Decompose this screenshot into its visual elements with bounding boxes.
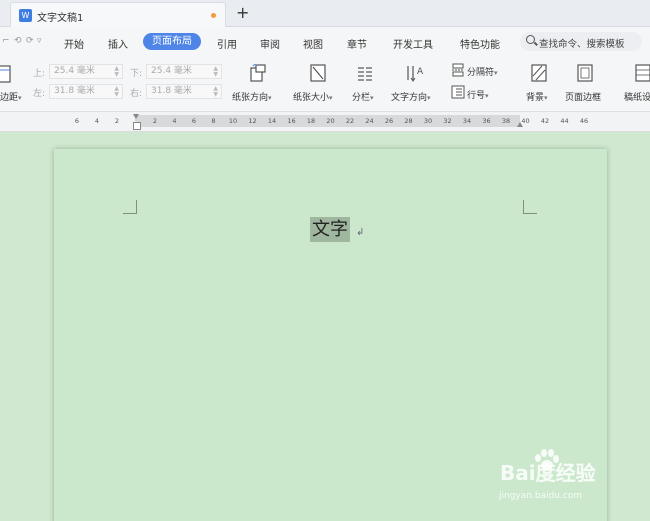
search-placeholder: 查找命令、搜索模板 xyxy=(539,39,625,50)
left-margin-spinner-icon[interactable]: ▲ ▼ xyxy=(114,86,119,98)
ruler-tick: 12 xyxy=(248,117,257,125)
menu-insert[interactable]: 插入 xyxy=(108,36,128,51)
menu-page-layout[interactable]: 页面布局 xyxy=(143,33,201,50)
ruler-tick: 38 xyxy=(501,117,511,125)
menu-special-features[interactable]: 特色功能 xyxy=(460,36,500,51)
ruler-tick: 6 xyxy=(74,117,80,125)
menu-view[interactable]: 视图 xyxy=(303,36,323,51)
svg-text:A: A xyxy=(417,67,424,77)
paper-size-icon[interactable] xyxy=(309,64,327,82)
separator-icon[interactable] xyxy=(451,63,465,77)
first-line-indent-marker-icon[interactable] xyxy=(132,114,141,130)
baidu-jingyan-watermark: Bai度经验 jingyan.baidu.com xyxy=(497,447,647,507)
ruler-tick: 24 xyxy=(365,117,374,125)
ruler-tick: 28 xyxy=(404,117,413,125)
ruler-tick: 44 xyxy=(560,117,569,125)
margins-icon[interactable] xyxy=(0,65,12,83)
ruler-tick: 20 xyxy=(326,117,335,125)
bottom-margin-field[interactable]: 25.4 毫米 ▲ ▼ xyxy=(146,64,222,79)
line-numbers-icon[interactable] xyxy=(451,85,465,99)
quick-access-save-icon[interactable]: ⌐ xyxy=(2,36,10,46)
menu-developer-tools[interactable]: 开发工具 xyxy=(393,36,433,51)
columns-icon[interactable] xyxy=(356,65,374,83)
text-direction-button[interactable]: 文字方向▾ xyxy=(391,90,431,103)
ruler-tick: 30 xyxy=(423,117,433,125)
ruler-tick: 26 xyxy=(384,117,394,125)
ruler-tick: 36 xyxy=(482,117,491,125)
left-margin-field[interactable]: 31.8 毫米 ▲ ▼ xyxy=(49,84,123,99)
columns-button[interactable]: 分栏▾ xyxy=(352,90,374,103)
redo-icon[interactable]: ⟳ xyxy=(26,36,34,46)
orientation-button[interactable]: 纸张方向▾ xyxy=(232,90,272,103)
ruler-tick: 8 xyxy=(211,117,216,125)
selected-text[interactable]: 文字 xyxy=(310,217,350,242)
top-margin-label: 上: xyxy=(33,69,46,79)
ruler-tick: 18 xyxy=(306,117,316,125)
document-tab[interactable]: W 文字文稿1 xyxy=(10,2,226,27)
menu-review[interactable]: 审阅 xyxy=(260,36,280,51)
quick-access-dropdown-icon[interactable]: ▿ xyxy=(37,36,42,46)
top-margin-field[interactable]: 25.4 毫米 ▲ ▼ xyxy=(49,64,123,79)
ruler-tick: 2 xyxy=(152,117,158,125)
ruler-tick: 2 xyxy=(114,117,120,125)
manuscript-button[interactable]: 稿纸设 xyxy=(624,90,650,103)
ruler-tick: 14 xyxy=(267,117,277,125)
horizontal-ruler[interactable]: 6 4 2 2 4 6 8 10 12 14 16 18 20 22 24 26 28 30 32 34 36 38… xyxy=(0,112,650,132)
line-numbers-button[interactable]: 行号▾ xyxy=(467,88,489,101)
ruler-tick: 34 xyxy=(462,117,472,125)
separator-button[interactable]: 分隔符▾ xyxy=(467,65,498,78)
ruler-tick: 10 xyxy=(228,117,238,125)
top-right-margin-corner-icon xyxy=(523,200,537,214)
bottom-margin-label: 下: xyxy=(130,69,143,79)
watermark-url: jingyan.baidu.com xyxy=(499,491,583,501)
text-direction-icon[interactable]: A xyxy=(405,63,427,83)
margins-button[interactable]: 边距▾ xyxy=(0,90,22,103)
ruler-tick: 32 xyxy=(443,117,452,125)
page-border-icon[interactable] xyxy=(576,64,594,82)
ruler-tick: 42 xyxy=(540,117,550,125)
new-tab-button[interactable]: + xyxy=(236,3,249,23)
page-layout-toolbar: 边距▾ 上: 25.4 毫米 ▲ ▼ 下: 25.4 毫米 ▲ ▼ 左: 31.8 毫米… xyxy=(0,57,650,112)
ruler-tick: 22 xyxy=(345,117,355,125)
watermark-logo-text: Bai度经验 xyxy=(500,461,596,485)
ruler-tick: 4 xyxy=(94,117,100,125)
top-left-margin-corner-icon xyxy=(123,200,137,214)
ruler-tick: 16 xyxy=(287,117,296,125)
top-margin-spinner-icon[interactable]: ▲ ▼ xyxy=(114,66,119,78)
paragraph-mark-icon: ↲ xyxy=(356,227,365,238)
right-margin-field[interactable]: 31.8 毫米 ▲ ▼ xyxy=(146,84,222,99)
menu-bar: ⌐ ⟲ ⟳ ▿ 开始 插入 页面布局 引用 审阅 视图 章节 开发工具 特色功能… xyxy=(0,27,650,57)
page-border-button[interactable]: 页面边框 xyxy=(565,90,601,103)
menu-references[interactable]: 引用 xyxy=(217,36,237,51)
orientation-icon[interactable] xyxy=(248,63,268,83)
paper-size-button[interactable]: 纸张大小▾ xyxy=(293,90,333,103)
menu-chapter[interactable]: 章节 xyxy=(347,36,367,51)
background-button[interactable]: 背景▾ xyxy=(526,90,548,103)
manuscript-icon[interactable] xyxy=(634,64,650,82)
search-icon xyxy=(526,35,535,44)
unsaved-dot-icon xyxy=(211,13,216,18)
ruler-tick: 46 xyxy=(579,117,589,125)
right-indent-marker-icon[interactable] xyxy=(516,114,524,128)
document-tab-title: 文字文稿1 xyxy=(37,13,84,24)
tab-bar: W 文字文稿1 + xyxy=(0,0,650,27)
menu-home[interactable]: 开始 xyxy=(64,36,84,51)
undo-icon[interactable]: ⟲ xyxy=(14,36,22,46)
right-margin-label: 右: xyxy=(130,89,143,99)
background-icon[interactable] xyxy=(530,64,548,82)
ruler-tick: 6 xyxy=(191,117,197,125)
ruler-tick: 4 xyxy=(172,117,177,125)
bottom-margin-spinner-icon[interactable]: ▲ ▼ xyxy=(213,66,218,78)
command-search-box[interactable]: 查找命令、搜索模板 xyxy=(520,32,642,51)
right-margin-spinner-icon[interactable]: ▲ ▼ xyxy=(213,86,218,98)
left-margin-label: 左: xyxy=(33,89,46,99)
writer-doc-icon: W xyxy=(19,9,32,22)
